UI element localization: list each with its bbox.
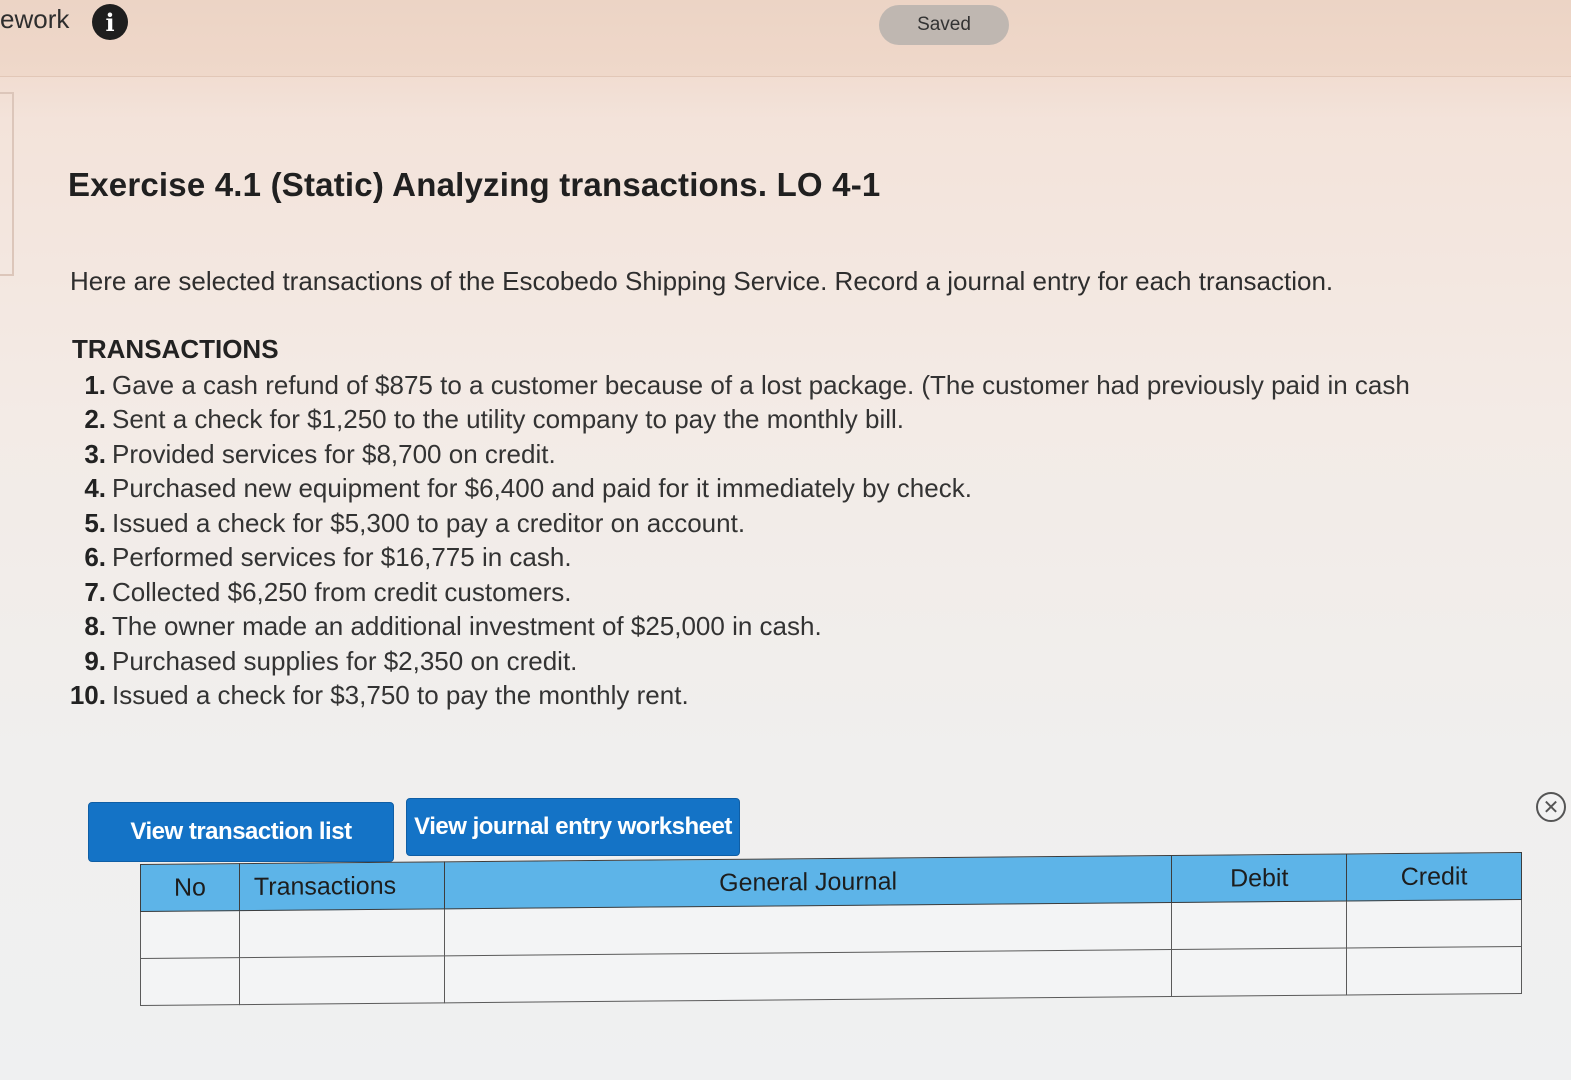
transaction-text: Provided services for $8,700 on credit. (112, 438, 556, 469)
transactions-list: 1. Gave a cash refund of $875 to a custo… (66, 368, 1566, 713)
transaction-item: 9. Purchased supplies for $2,350 on cred… (66, 644, 1566, 679)
transaction-text: The owner made an additional investment … (112, 611, 822, 642)
transaction-item: 10. Issued a check for $3,750 to pay the… (66, 679, 1566, 714)
transaction-item: 3. Provided services for $8,700 on credi… (66, 437, 1566, 472)
cell-general-journal[interactable] (444, 949, 1172, 1003)
exercise-title: Exercise 4.1 (Static) Analyzing transact… (68, 166, 881, 203)
exercise-instructions: Here are selected transactions of the Es… (70, 266, 1334, 296)
cell-credit[interactable] (1346, 899, 1522, 948)
transaction-text: Collected $6,250 from credit customers. (112, 576, 572, 607)
transaction-text: Performed services for $16,775 in cash. (112, 542, 572, 573)
top-bar: ework i Saved (0, 0, 1571, 77)
transaction-text: Issued a check for $5,300 to pay a credi… (112, 507, 746, 538)
transaction-item: 2. Sent a check for $1,250 to the utilit… (66, 403, 1566, 438)
column-header-credit: Credit (1346, 852, 1522, 901)
cell-transaction[interactable] (239, 908, 445, 958)
transaction-item: 4. Purchased new equipment for $6,400 an… (66, 472, 1566, 507)
transaction-text: Issued a check for $3,750 to pay the mon… (112, 680, 689, 711)
transaction-text: Purchased new equipment for $6,400 and p… (112, 473, 972, 504)
view-journal-entry-worksheet-button[interactable]: View journal entry worksheet (406, 798, 740, 856)
transaction-number: 7. (84, 576, 106, 607)
column-header-debit: Debit (1171, 853, 1347, 903)
info-icon[interactable]: i (92, 4, 128, 40)
transaction-number: 5. (84, 507, 106, 538)
view-transaction-list-button[interactable]: View transaction list (88, 802, 394, 862)
cell-debit[interactable] (1171, 900, 1347, 950)
transaction-text: Gave a cash refund of $875 to a customer… (112, 369, 1410, 400)
close-icon[interactable]: ✕ (1536, 792, 1566, 822)
transaction-number: 2. (84, 404, 106, 435)
cell-no[interactable] (140, 910, 240, 959)
transaction-text: Sent a check for $1,250 to the utility c… (112, 404, 904, 435)
cell-credit[interactable] (1346, 946, 1522, 995)
transaction-number: 6. (84, 542, 106, 573)
transaction-number: 4. (84, 473, 106, 504)
transaction-number: 10. (69, 680, 106, 711)
app-brand-text: ework (0, 4, 70, 34)
transaction-item: 5. Issued a check for $5,300 to pay a cr… (66, 506, 1566, 541)
cell-no[interactable] (140, 957, 240, 1006)
journal-table: No Transactions General Journal Debit Cr… (140, 852, 1522, 1006)
transaction-item: 6. Performed services for $16,775 in cas… (66, 541, 1566, 576)
cell-transaction[interactable] (239, 955, 445, 1005)
cell-debit[interactable] (1171, 947, 1347, 997)
column-header-transactions: Transactions (239, 861, 445, 911)
transaction-number: 1. (84, 369, 106, 400)
transaction-item: 7. Collected $6,250 from credit customer… (66, 575, 1566, 610)
left-panel-edge (0, 92, 14, 276)
transaction-number: 3. (84, 438, 106, 469)
transaction-number: 8. (84, 611, 106, 642)
transactions-heading: TRANSACTIONS (72, 334, 279, 364)
column-header-no: No (140, 863, 240, 912)
transaction-number: 9. (84, 645, 106, 676)
saved-status-badge: Saved (879, 5, 1009, 45)
cell-general-journal[interactable] (444, 902, 1172, 956)
column-header-general-journal: General Journal (444, 855, 1172, 909)
transaction-item: 1. Gave a cash refund of $875 to a custo… (66, 368, 1566, 403)
transaction-item: 8. The owner made an additional investme… (66, 610, 1566, 645)
transaction-text: Purchased supplies for $2,350 on credit. (112, 645, 578, 676)
